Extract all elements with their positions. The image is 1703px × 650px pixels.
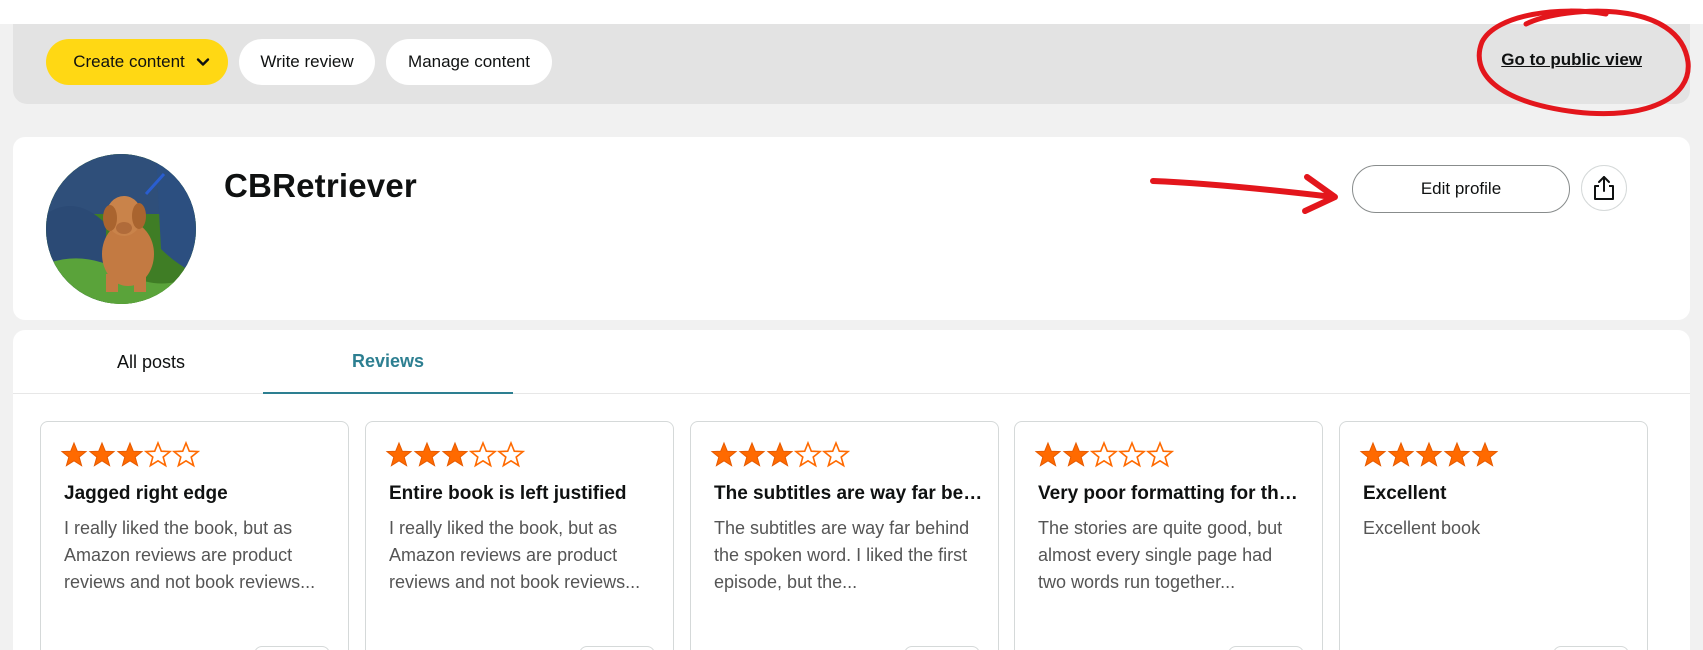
- tab-reviews[interactable]: Reviews: [263, 330, 513, 394]
- chevron-down-icon: [196, 58, 210, 66]
- review-card[interactable]: Excellent Excellent book: [1339, 421, 1648, 650]
- star-empty-icon: [1090, 441, 1118, 468]
- content-card: All posts Reviews Jagged right edge I re…: [13, 330, 1690, 650]
- tab-all-posts[interactable]: All posts: [26, 330, 276, 394]
- edit-profile-label: Edit profile: [1420, 179, 1502, 198]
- write-review-button[interactable]: Write review: [239, 39, 375, 85]
- review-body: I really liked the book, but as Amazon r…: [64, 518, 316, 592]
- share-icon: [1594, 176, 1614, 200]
- manage-content-label: Manage content: [408, 52, 530, 71]
- product-thumbnail[interactable]: [254, 646, 330, 650]
- tab-reviews-label: Reviews: [351, 350, 425, 371]
- review-title[interactable]: The subtitles are way far behind the spo…: [714, 483, 984, 505]
- star-empty-icon: [497, 441, 525, 468]
- star-rating: [710, 441, 850, 469]
- creator-toolbar: Create content Write review Manage conte…: [13, 24, 1690, 104]
- star-rating: [1359, 441, 1499, 469]
- star-rating: [1034, 441, 1174, 469]
- star-filled-icon: [1415, 441, 1443, 467]
- review-card[interactable]: Jagged right edge I really liked the boo…: [40, 421, 349, 650]
- star-filled-icon: [60, 441, 88, 467]
- star-filled-icon: [1443, 441, 1471, 467]
- star-empty-icon: [794, 441, 822, 468]
- star-rating: [385, 441, 525, 469]
- product-thumbnail[interactable]: [579, 646, 655, 650]
- review-body: I really liked the book, but as Amazon r…: [389, 518, 641, 592]
- review-card[interactable]: The subtitles are way far behind the spo…: [690, 421, 999, 650]
- create-content-label: Create content: [73, 52, 185, 71]
- star-filled-icon: [1034, 441, 1062, 467]
- star-empty-icon: [144, 441, 172, 468]
- review-title[interactable]: Entire book is left justified: [389, 483, 659, 505]
- profile-tabs: All posts Reviews: [13, 330, 1690, 394]
- star-filled-icon: [1359, 441, 1387, 467]
- review-card[interactable]: Entire book is left justified I really l…: [365, 421, 674, 650]
- star-filled-icon: [1062, 441, 1090, 467]
- star-filled-icon: [738, 441, 766, 467]
- review-title[interactable]: Excellent: [1363, 483, 1633, 505]
- review-title[interactable]: Very poor formatting for the stories: [1038, 483, 1308, 505]
- create-content-button[interactable]: Create content: [46, 39, 228, 85]
- star-empty-icon: [1146, 441, 1174, 468]
- star-filled-icon: [441, 441, 469, 467]
- review-body: The stories are quite good, but almost e…: [1038, 518, 1283, 592]
- review-title[interactable]: Jagged right edge: [64, 483, 334, 505]
- edit-profile-button[interactable]: Edit profile: [1352, 165, 1570, 213]
- star-filled-icon: [88, 441, 116, 467]
- avatar[interactable]: [46, 154, 196, 304]
- profile-card: CBRetriever Edit profile: [13, 137, 1690, 320]
- share-button[interactable]: [1581, 165, 1627, 211]
- review-card[interactable]: Very poor formatting for the stories The…: [1014, 421, 1323, 650]
- product-thumbnail[interactable]: [904, 646, 980, 650]
- product-thumbnail[interactable]: [1553, 646, 1629, 650]
- star-empty-icon: [469, 441, 497, 468]
- star-filled-icon: [385, 441, 413, 467]
- profile-username: CBRetriever: [224, 167, 417, 204]
- go-to-public-view-link[interactable]: Go to public view: [1501, 50, 1642, 70]
- star-filled-icon: [413, 441, 441, 467]
- review-body: The subtitles are way far behind the spo…: [714, 518, 970, 592]
- top-strip: [0, 0, 1703, 24]
- avatar-dog-image: [46, 154, 196, 304]
- star-filled-icon: [1471, 441, 1499, 467]
- star-filled-icon: [766, 441, 794, 467]
- review-body: Excellent book: [1363, 518, 1481, 538]
- star-empty-icon: [822, 441, 850, 468]
- write-review-label: Write review: [260, 52, 354, 71]
- manage-content-button[interactable]: Manage content: [386, 39, 552, 85]
- tab-all-posts-label: All posts: [116, 351, 186, 372]
- product-thumbnail[interactable]: [1228, 646, 1304, 650]
- star-empty-icon: [172, 441, 200, 468]
- star-filled-icon: [1387, 441, 1415, 467]
- star-rating: [60, 441, 200, 469]
- star-filled-icon: [116, 441, 144, 467]
- star-empty-icon: [1118, 441, 1146, 468]
- star-filled-icon: [710, 441, 738, 467]
